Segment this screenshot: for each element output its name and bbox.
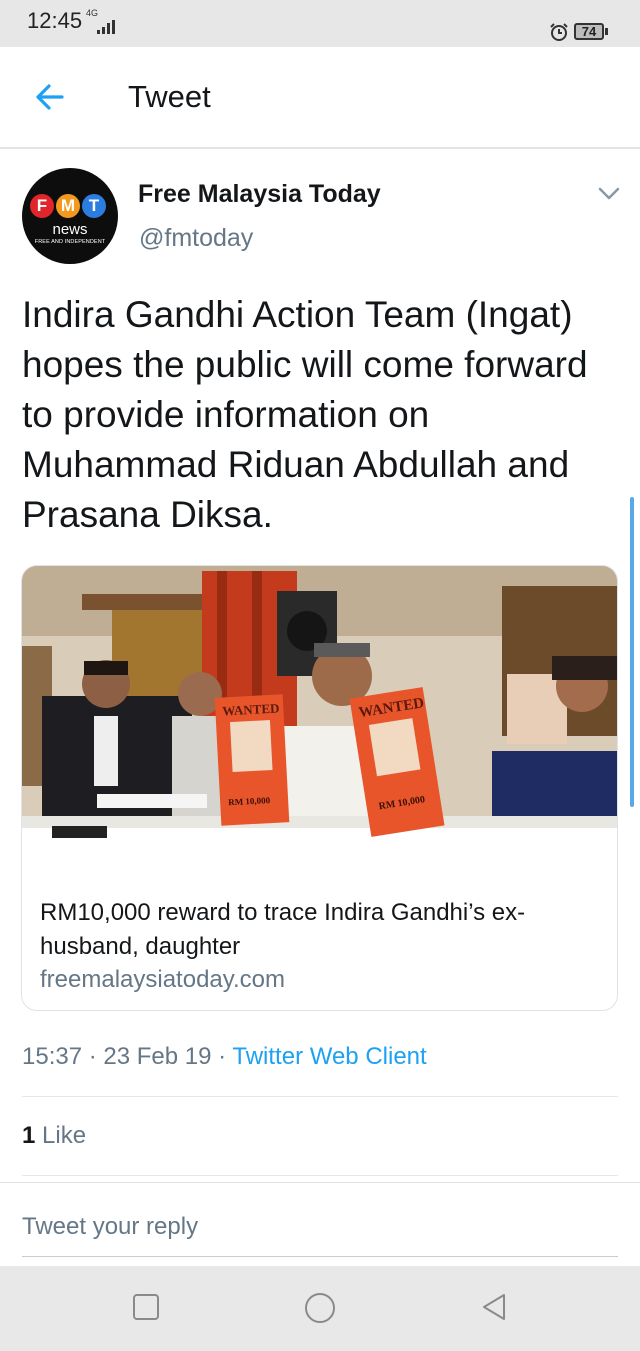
alarm-icon [550,23,568,41]
back-arrow-icon[interactable] [30,77,70,117]
chevron-down-icon[interactable] [598,187,620,201]
divider [22,1096,618,1097]
card-title: RM10,000 reward to trace Indira Gandhi’s… [40,899,526,960]
tweet-meta: 15:37 · 23 Feb 19 · Twitter Web Client [22,1043,427,1071]
tweet-time: 15:37 [22,1043,83,1070]
app-bar: Tweet [0,47,640,149]
likes-count[interactable]: 1 Like [22,1122,86,1150]
link-card[interactable]: WANTED RM 10,000 WANTED RM 10,000 RM10,0… [21,565,618,1011]
system-nav-bar [0,1266,640,1351]
reply-box[interactable]: Tweet your reply [0,1182,640,1267]
logo-letter-m: M [56,194,80,218]
back-triangle-icon[interactable] [480,1293,510,1323]
status-time: 12:45 [27,8,83,33]
meta-separator: · [211,1043,233,1070]
author-handle[interactable]: @fmtoday [139,224,253,253]
avatar[interactable]: F M T news FREE AND INDEPENDENT [22,168,118,264]
poster-heading-left: WANTED [222,701,280,719]
divider [22,1175,618,1176]
logo-letter-f: F [30,194,54,218]
meta-separator: · [82,1043,104,1070]
home-circle-icon[interactable] [303,1293,337,1327]
author-name[interactable]: Free Malaysia Today [138,180,381,209]
logo-tagline: FREE AND INDEPENDENT [34,239,106,245]
likes-number: 1 [22,1122,36,1149]
battery-icon: 74 [574,23,604,40]
signal-icon [97,20,115,34]
logo-letter-t: T [82,194,106,218]
tweet-text: Indira Gandhi Action Team (Ingat) hopes … [22,294,588,535]
page-title: Tweet [128,79,211,114]
card-photo: WANTED RM 10,000 WANTED RM 10,000 [22,566,617,878]
battery-tip [605,28,608,35]
likes-label: Like [42,1122,87,1149]
fmt-logo: F M T [30,194,106,218]
logo-news: news [52,221,88,238]
card-domain: freemalaysiatoday.com [40,966,285,993]
tweet-client-link[interactable]: Twitter Web Client [232,1043,426,1070]
recents-square-icon[interactable] [132,1293,160,1321]
scrollbar[interactable] [630,497,634,807]
reply-underline [22,1256,618,1257]
tweet-date: 23 Feb 19 [103,1043,212,1070]
reply-input[interactable]: Tweet your reply [22,1213,198,1241]
status-bar: 12:45 4G 74 [0,0,640,47]
network-type: 4G [86,8,99,18]
